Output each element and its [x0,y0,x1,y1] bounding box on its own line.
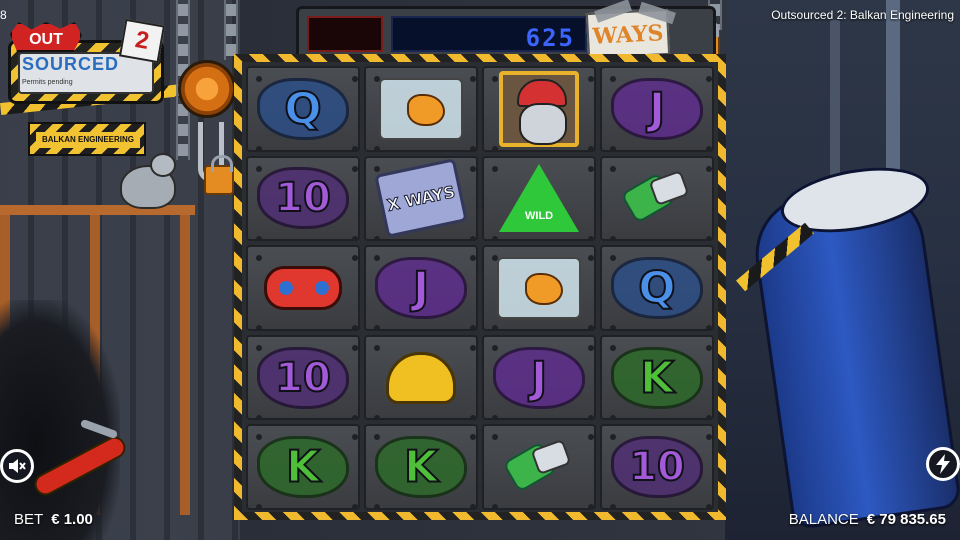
reel-cell: 10 [246,334,360,421]
pigeon-icon [120,153,176,209]
bet-value: € 1.00 [51,511,93,528]
reel-cell: Q [600,245,714,331]
x-ways-label: X WAYS [385,181,457,215]
reel-cell [482,424,596,510]
symbol-x-ways: X WAYS [374,158,468,239]
symbol-wild: WILD [499,164,579,233]
reel-cell: Q [246,66,360,152]
symbol-q: Q [637,261,676,314]
subtitle-text: BALKAN ENGINEERING [36,132,140,148]
symbol-bagged-hand [379,77,463,140]
background-shadow [0,300,120,540]
reel-cell: K [246,424,360,510]
bet-display[interactable]: BET € 1.00 [14,511,93,528]
worker-icon [499,70,579,147]
counter-indicator [307,16,383,52]
reel-cell: K [364,424,478,510]
reel-cell: J [482,334,596,421]
balance-label: BALANCE [788,511,859,528]
reel-cell [600,155,714,242]
reel-cell: 10 [246,155,360,242]
symbol-cans [622,173,692,223]
background-pipe [886,0,900,190]
wild-icon: WILD [499,164,579,233]
bagged-hand-icon [497,256,581,319]
gamepad-icon [264,265,342,310]
game-title: Outsourced 2: Balkan Engineering [771,8,954,22]
bottom-bar: BET € 1.00 BALANCE € 79 835.65 [0,506,960,540]
symbol-k: K [403,441,439,494]
chain-decoration [224,0,238,60]
logo-tagline: Permits pending [22,79,73,86]
x-ways-icon: X WAYS [374,158,468,239]
helmet-icon [386,351,456,404]
symbol-ten: 10 [274,354,332,402]
logo-word: SOURCED [22,54,120,74]
symbol-j: J [412,261,430,314]
reel-grid: Q J 10 X WAYS WILD J Q 10 J K K K 10 [246,66,714,510]
reel-cell: X WAYS [364,155,478,242]
symbol-q: Q [283,82,322,135]
symbol-k: K [285,441,321,494]
symbol-ten: 10 [628,443,686,491]
symbol-ten: 10 [274,174,332,222]
symbol-bagged-hand [497,256,581,319]
balance-display: BALANCE € 79 835.65 [789,511,946,528]
reel-cell [364,334,478,421]
reel-cell: 10 [600,424,714,510]
symbol-j: J [530,351,548,404]
ways-display: 625 [391,16,587,52]
ways-counter: 625 WAYS [296,0,716,60]
balance-value: € 79 835.65 [866,511,946,528]
symbol-cans [504,442,574,492]
cans-icon [622,173,692,223]
logo-out-badge: OUT [10,22,82,52]
reel-cell: WILD [482,155,596,242]
symbol-j: J [648,82,666,135]
spin-button[interactable] [926,447,960,481]
clock-fragment: 8 [0,8,7,22]
pulley-icon [178,60,236,118]
bagged-hand-icon [379,77,463,140]
reel-cell [246,245,360,331]
bet-label: BET [14,511,44,528]
symbol-worker [499,70,579,147]
cans-icon [504,442,574,492]
game-logo: SOURCED Permits pending OUT 2 [8,18,165,106]
symbol-gamepad [264,265,342,310]
speaker-muted-icon [9,459,26,473]
wild-label: WILD [525,210,554,223]
mute-button[interactable] [0,449,34,483]
symbol-k: K [639,351,675,404]
padlock-icon [204,155,234,195]
background-pipe [830,20,840,190]
reel-cell: J [364,245,478,331]
reel-cell [482,245,596,331]
reel-cell [364,66,478,152]
subtitle-sign: BALKAN ENGINEERING [28,122,146,156]
ways-value: 625 [525,24,575,52]
reel-cell: J [600,66,714,152]
symbol-helmet [386,351,456,404]
reel-cell [482,66,596,152]
logo-sequel-number: 2 [119,18,165,64]
lightning-icon [936,454,950,474]
reel-cell: K [600,334,714,421]
